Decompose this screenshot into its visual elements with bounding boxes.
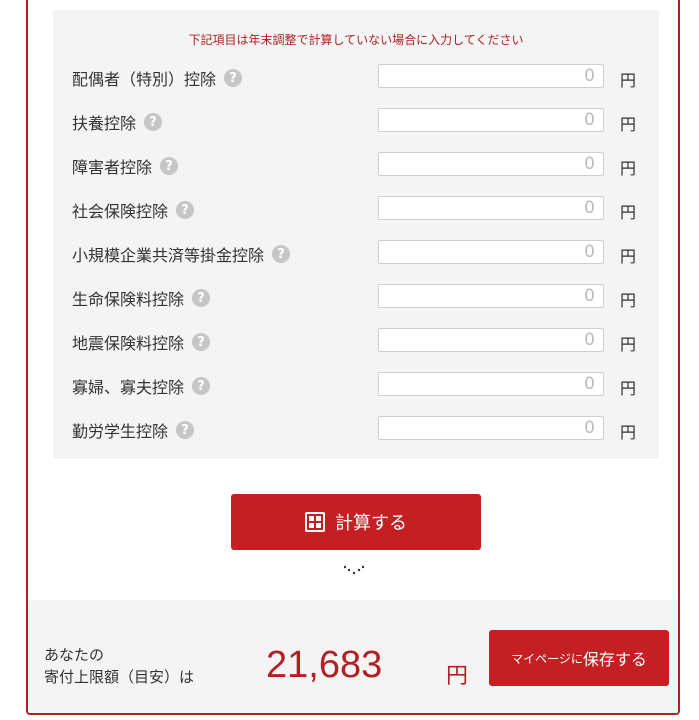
deduction-input[interactable] <box>378 328 604 352</box>
help-icon[interactable]: ? <box>224 69 243 87</box>
unit-label: 円 <box>620 335 637 354</box>
deduction-label: 扶養控除 <box>72 114 137 133</box>
result-unit: 円 <box>446 664 469 689</box>
help-icon[interactable]: ? <box>160 157 179 175</box>
deduction-panel: 下記項目は年末調整で計算していない場合に入力してください 配偶者（特別）控除 ?… <box>53 10 659 459</box>
deduction-input[interactable] <box>378 108 604 132</box>
help-icon[interactable]: ? <box>192 377 211 395</box>
unit-label: 円 <box>620 71 637 90</box>
unit-label: 円 <box>620 115 637 134</box>
unit-label: 円 <box>620 379 637 398</box>
help-icon[interactable]: ? <box>192 333 211 351</box>
notice-text: 下記項目は年末調整で計算していない場合に入力してください <box>188 33 524 47</box>
deduction-row: 地震保険料控除 ? 円 <box>53 328 659 354</box>
deduction-input[interactable] <box>378 284 604 308</box>
deduction-row: 小規模企業共済等掛金控除 ? 円 <box>53 240 659 266</box>
deduction-row: 配偶者（特別）控除 ? 円 <box>53 64 659 90</box>
deduction-input[interactable] <box>378 416 604 440</box>
deduction-label: 小規模企業共済等掛金控除 <box>72 246 265 265</box>
help-icon[interactable]: ? <box>176 201 195 219</box>
help-icon[interactable]: ? <box>192 289 211 307</box>
calculate-button[interactable]: 計算する <box>231 494 481 550</box>
deduction-label: 生命保険料控除 <box>72 290 185 309</box>
save-button-prefix: マイページに <box>511 651 583 666</box>
unit-label: 円 <box>620 291 637 310</box>
deduction-label: 配偶者（特別）控除 <box>72 70 217 89</box>
unit-label: 円 <box>620 247 637 266</box>
unit-label: 円 <box>620 159 637 178</box>
calculator-icon <box>305 512 325 532</box>
deduction-row: 社会保険控除 ? 円 <box>53 196 659 222</box>
deduction-label: 寡婦、寡夫控除 <box>72 378 185 397</box>
deduction-row: 寡婦、寡夫控除 ? 円 <box>53 372 659 398</box>
chevron-down-icon <box>343 565 365 575</box>
unit-label: 円 <box>620 423 637 442</box>
result-label: あなたの 寄付上限額（目安）は <box>44 646 195 686</box>
deduction-input[interactable] <box>378 64 604 88</box>
deduction-input[interactable] <box>378 196 604 220</box>
help-icon[interactable]: ? <box>176 421 195 439</box>
deduction-row: 扶養控除 ? 円 <box>53 108 659 134</box>
calculate-button-label: 計算する <box>335 513 407 534</box>
deduction-label: 障害者控除 <box>72 158 153 177</box>
deduction-input[interactable] <box>378 372 604 396</box>
deduction-input[interactable] <box>378 240 604 264</box>
help-icon[interactable]: ? <box>272 245 291 263</box>
deduction-row: 勤労学生控除 ? 円 <box>53 416 659 442</box>
deduction-label: 社会保険控除 <box>72 202 169 221</box>
deduction-label: 地震保険料控除 <box>72 334 185 353</box>
simulator-card: 下記項目は年末調整で計算していない場合に入力してください 配偶者（特別）控除 ?… <box>26 0 680 715</box>
result-amount: 21,683 <box>266 644 383 686</box>
help-icon[interactable]: ? <box>144 113 163 131</box>
result-section: あなたの 寄付上限額（目安）は 21,683 円 マイページに 保存する <box>28 600 678 713</box>
deduction-row: 障害者控除 ? 円 <box>53 152 659 178</box>
save-to-mypage-button[interactable]: マイページに 保存する <box>489 630 669 686</box>
save-button-label: 保存する <box>582 650 647 669</box>
deduction-label: 勤労学生控除 <box>72 422 169 441</box>
deduction-row: 生命保険料控除 ? 円 <box>53 284 659 310</box>
unit-label: 円 <box>620 203 637 222</box>
deduction-input[interactable] <box>378 152 604 176</box>
